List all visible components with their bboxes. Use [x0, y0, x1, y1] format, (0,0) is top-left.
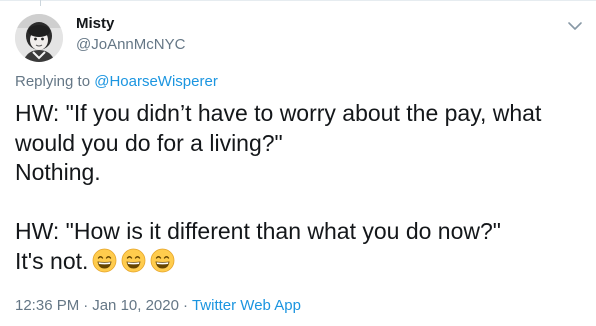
tweet-line: HW: "How is it different than what you d…	[15, 218, 501, 244]
reply-context: Replying to @HoarseWisperer	[15, 73, 218, 90]
tweet-line: would you do for a living?"	[15, 129, 283, 156]
meta-separator: ·	[83, 297, 89, 314]
reply-mention-link[interactable]: @HoarseWisperer	[94, 73, 218, 90]
tweet-time[interactable]: 12:36 PM	[15, 297, 79, 314]
tweet-date[interactable]: Jan 10, 2020	[92, 297, 179, 314]
tweet-text: HW: "If you didn’t have to worry about t…	[15, 99, 585, 276]
chevron-down-icon[interactable]	[567, 18, 583, 30]
author-name[interactable]: Misty	[76, 15, 114, 32]
grinning-face-emoji-icon	[92, 248, 117, 273]
tweet-source-link[interactable]: Twitter Web App	[192, 297, 301, 314]
grinning-face-emoji-icon	[121, 248, 146, 273]
tweet-line: Nothing.	[15, 159, 101, 185]
reply-prefix: Replying to	[15, 73, 91, 90]
avatar[interactable]	[15, 14, 63, 62]
tweet-card: Misty @JoAnnMcNYC Replying to @HoarseWis…	[0, 0, 596, 326]
tweet-line-last: It's not.	[15, 247, 585, 277]
grinning-face-emoji-icon	[150, 248, 175, 273]
tweet-line: HW: "If you didn’t have to worry about t…	[15, 100, 542, 126]
meta-separator: ·	[182, 297, 188, 314]
thread-connector	[40, 0, 41, 6]
top-divider	[0, 0, 596, 1]
tweet-meta: 12:36 PM · Jan 10, 2020 · Twitter Web App	[15, 297, 301, 314]
avatar-image	[15, 14, 63, 62]
author-handle[interactable]: @JoAnnMcNYC	[76, 36, 185, 53]
tweet-line-text: It's not.	[15, 247, 89, 274]
